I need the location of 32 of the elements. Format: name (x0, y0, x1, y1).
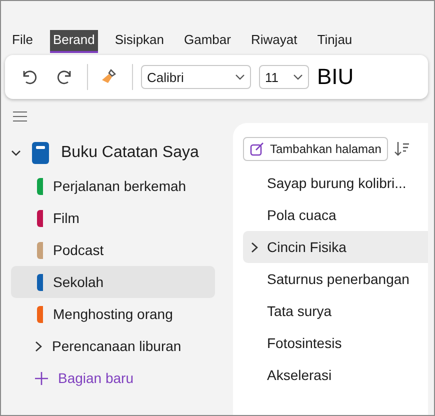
section-item[interactable]: Perjalanan berkemah (53, 178, 186, 194)
page-item[interactable]: Cincin Fisika (267, 239, 346, 255)
notebook-title[interactable]: Buku Catatan Saya (61, 144, 199, 162)
ribbon-tab[interactable]: File (9, 30, 36, 53)
section-group-item[interactable]: Perencanaan liburan (52, 338, 182, 354)
format-buttons[interactable]: BIU (317, 64, 354, 90)
page-item[interactable]: Sayap burung kolibri... (267, 175, 406, 191)
plus-icon (35, 372, 48, 384)
ribbon-tab[interactable]: Berand (50, 30, 98, 53)
ribbon-tab[interactable]: Sisipkan (112, 30, 168, 53)
menu-icon (13, 111, 27, 122)
font-size-dropdown[interactable]: 11 (259, 65, 309, 89)
sort-icon[interactable] (394, 141, 410, 157)
notebook-icon (31, 141, 51, 165)
new-section-link[interactable]: Bagian baru (58, 370, 134, 386)
ribbon-tab[interactable]: Riwayat (248, 30, 300, 53)
page-item[interactable]: Akselerasi (267, 367, 332, 383)
page-item[interactable]: Pola cuaca (267, 207, 336, 223)
ribbon-tab[interactable]: Tinjau (314, 30, 356, 53)
section-item[interactable]: Podcast (53, 242, 104, 258)
add-page-button[interactable]: Tambahkan halaman (243, 137, 388, 161)
font-dropdown[interactable]: Calibri (141, 65, 251, 89)
edit-icon (250, 142, 264, 156)
chevron-down-icon (293, 74, 303, 80)
chevron-down-icon (235, 74, 245, 80)
ribbon-tab[interactable]: Gambar (181, 30, 234, 53)
section-item[interactable]: Sekolah (53, 274, 104, 290)
page-item[interactable]: Tata surya (267, 303, 332, 319)
section-item[interactable]: Film (53, 210, 80, 226)
page-item[interactable]: Saturnus penerbangan (267, 271, 410, 287)
page-item[interactable]: Fotosintesis (267, 335, 342, 351)
section-item[interactable]: Menghosting orang (53, 306, 173, 322)
